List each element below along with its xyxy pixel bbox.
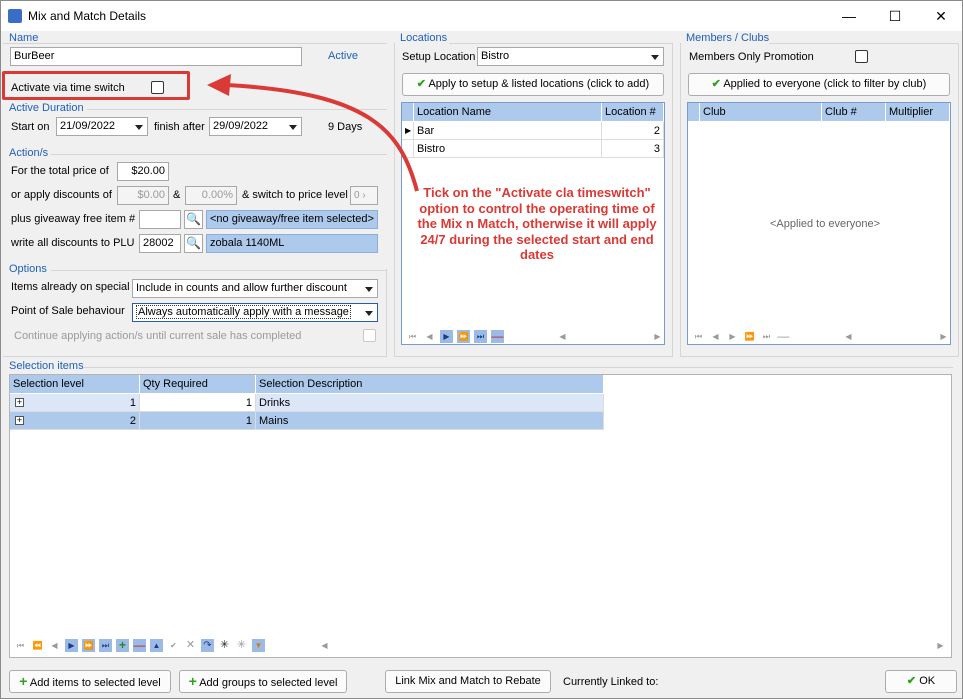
add-groups-label: Add groups to selected level [199,677,338,689]
level-value: 2 [129,415,136,427]
selection-header: Selection items [9,360,84,372]
table-cell[interactable]: +1 [10,394,140,412]
add-items-button[interactable]: + Add items to selected level [9,670,171,693]
delete-record-icon[interactable]: — [133,639,146,652]
scroll-right-icon[interactable]: ▶ [934,639,947,652]
table-cell[interactable]: 1 [140,394,256,412]
table-cell[interactable]: Drinks [256,394,604,412]
next-page-icon[interactable]: ⏩ [82,639,95,652]
selection-grid: Selection level Qty Required Selection D… [9,374,952,658]
save-bookmark-icon[interactable]: ✳ [218,639,231,652]
expand-icon[interactable]: + [15,416,24,425]
add-icon: + [188,673,197,689]
ok-button[interactable]: ✔ OK [885,670,957,693]
cancel-edit-icon[interactable]: ✕ [184,639,197,652]
last-record-icon[interactable]: ⏭ [99,639,112,652]
scroll-left-icon[interactable]: ◀ [318,639,331,652]
insert-record-icon[interactable]: + [116,639,129,652]
refresh-icon[interactable]: ↷ [201,639,214,652]
first-record-icon[interactable]: ⏮ [14,639,27,652]
table-cell[interactable]: Mains [256,412,604,430]
filter-icon[interactable]: ▼ [252,639,265,652]
table-cell[interactable]: 1 [140,412,256,430]
currently-linked-label: Currently Linked to: [563,676,659,688]
prev-page-icon[interactable]: ⏪ [31,639,44,652]
divider [83,367,953,368]
add-items-label: Add items to selected level [29,677,161,689]
link-rebate-button[interactable]: Link Mix and Match to Rebate [385,670,551,693]
column-header[interactable]: Selection level [10,375,140,393]
post-edit-icon[interactable]: ✔ [167,639,180,652]
add-icon: + [19,673,28,689]
level-value: 1 [129,397,136,409]
arrow-head [207,74,231,96]
edit-record-icon[interactable]: ▲ [150,639,163,652]
next-record-icon[interactable]: ▶ [65,639,78,652]
goto-bookmark-icon[interactable]: ✳ [235,639,248,652]
table-cell[interactable]: +2 [10,412,140,430]
column-header[interactable]: Selection Description [256,375,604,393]
mix-match-window: Mix and Match Details — ☐ ✕ H&L H&L H&L … [0,0,963,699]
add-groups-button[interactable]: + Add groups to selected level [179,670,347,693]
expand-icon[interactable]: + [15,398,24,407]
arrow-line [226,83,419,192]
check-icon: ✔ [906,675,917,687]
ok-label: OK [919,675,936,687]
column-header[interactable]: Qty Required [140,375,256,393]
grid-navigator: ⏮ ⏪ ◀ ▶ ⏩ ⏭ + — ▲ ✔ ✕ ↷ ✳ ✳ ▼ ◀ ▶ [14,639,948,655]
prev-record-icon[interactable]: ◀ [48,639,61,652]
